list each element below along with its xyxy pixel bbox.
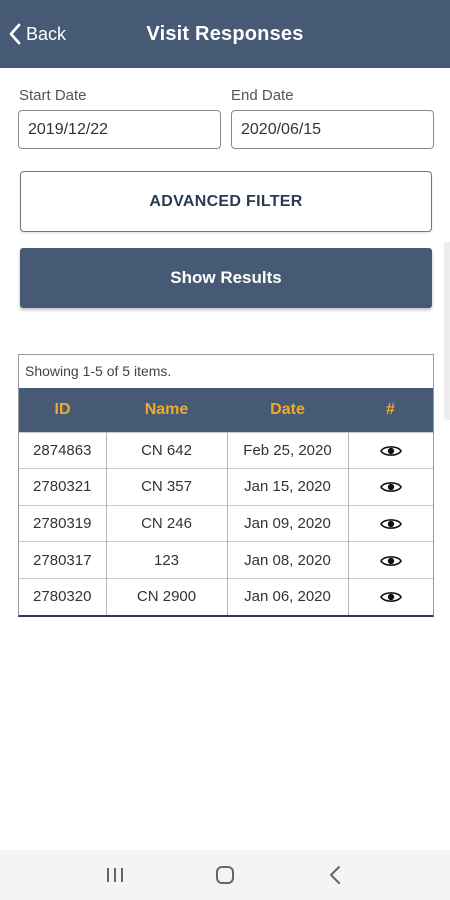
cell-date: Feb 25, 2020: [227, 431, 349, 469]
cell-id: 2780317: [19, 541, 107, 579]
home-button[interactable]: [195, 855, 255, 895]
recent-apps-icon: [107, 868, 123, 882]
column-header-name[interactable]: Name: [106, 388, 227, 432]
eye-icon[interactable]: [379, 480, 402, 494]
cell-action: [348, 468, 433, 506]
table-row[interactable]: 2780321 CN 357 Jan 15, 2020: [19, 468, 433, 506]
back-nav-button[interactable]: [305, 855, 365, 895]
column-header-id[interactable]: ID: [19, 388, 106, 432]
cell-id: 2780319: [19, 504, 107, 542]
back-label: Back: [26, 23, 67, 44]
table-row[interactable]: 2874863 CN 642 Feb 25, 2020: [19, 431, 433, 469]
cell-name: CN 2900: [106, 577, 228, 615]
results-grid: Showing 1-5 of 5 items. ID Name Date # 2…: [18, 354, 434, 617]
cell-action: [348, 504, 433, 542]
cell-date: Jan 15, 2020: [227, 468, 349, 506]
cell-name: CN 246: [106, 504, 228, 542]
scroll-indicator[interactable]: [444, 242, 450, 420]
home-icon: [216, 866, 234, 884]
chevron-left-icon: [9, 23, 21, 45]
end-date-label: End Date: [231, 87, 294, 104]
system-navigation-bar: [0, 850, 450, 900]
cell-date: Jan 09, 2020: [227, 504, 349, 542]
table-row[interactable]: 2780317 123 Jan 08, 2020: [19, 541, 433, 579]
table-row[interactable]: 2780320 CN 2900 Jan 06, 2020: [19, 577, 433, 615]
table-header-row: ID Name Date #: [19, 388, 433, 432]
show-results-button[interactable]: Show Results: [20, 248, 432, 308]
cell-action: [348, 577, 433, 615]
cell-id: 2874863: [19, 431, 107, 469]
cell-date: Jan 06, 2020: [227, 577, 349, 615]
column-header-date[interactable]: Date: [227, 388, 348, 432]
grid-summary: Showing 1-5 of 5 items.: [19, 355, 433, 388]
recent-apps-button[interactable]: [85, 855, 145, 895]
table-row[interactable]: 2780319 CN 246 Jan 09, 2020: [19, 504, 433, 542]
cell-id: 2780321: [19, 468, 107, 506]
app-header: Back Visit Responses: [0, 0, 450, 68]
results-table: ID Name Date # 2874863 CN 642 Feb 25, 20…: [19, 388, 433, 615]
column-header-actions: #: [348, 388, 433, 432]
end-date-input[interactable]: [231, 110, 434, 149]
eye-icon[interactable]: [379, 517, 402, 531]
eye-icon[interactable]: [379, 554, 402, 568]
advanced-filter-button[interactable]: ADVANCED FILTER: [20, 171, 432, 232]
start-date-input[interactable]: [18, 110, 221, 149]
eye-icon[interactable]: [379, 590, 402, 604]
cell-name: CN 357: [106, 468, 228, 506]
cell-name: 123: [106, 541, 228, 579]
back-nav-icon: [330, 866, 340, 884]
cell-date: Jan 08, 2020: [227, 541, 349, 579]
cell-action: [348, 541, 433, 579]
eye-icon[interactable]: [379, 444, 402, 458]
page-title: Visit Responses: [146, 22, 304, 45]
back-button[interactable]: Back: [8, 20, 66, 48]
start-date-label: Start Date: [19, 87, 87, 104]
cell-id: 2780320: [19, 577, 107, 615]
cell-action: [348, 431, 433, 469]
cell-name: CN 642: [106, 431, 228, 469]
